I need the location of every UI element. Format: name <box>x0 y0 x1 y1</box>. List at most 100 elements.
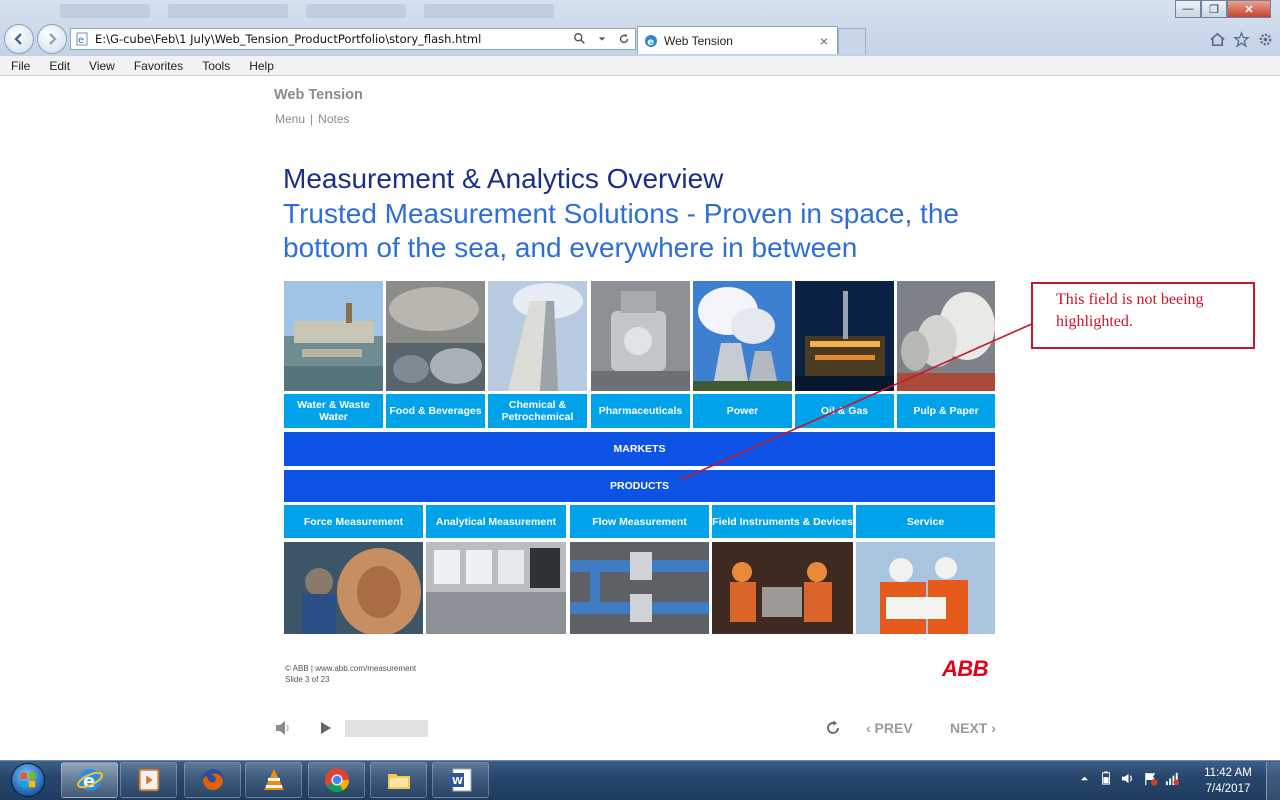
taskbar-internet-explorer[interactable]: e <box>61 762 118 798</box>
refresh-icon[interactable] <box>616 31 632 47</box>
system-tray <box>1076 770 1180 786</box>
firefox-icon <box>201 769 224 791</box>
market-tile-pulp-paper[interactable]: Pulp & Paper <box>897 394 995 428</box>
taskbar-firefox[interactable] <box>184 762 241 798</box>
volume-tray-icon[interactable] <box>1120 770 1136 786</box>
forward-button[interactable] <box>37 24 67 54</box>
field-workers-photo <box>712 542 853 634</box>
back-button[interactable] <box>4 24 34 54</box>
copper-roll-photo <box>284 542 423 634</box>
cooling-towers-photo <box>693 281 792 391</box>
link-separator: | <box>310 112 314 126</box>
page-icon: e <box>76 32 88 46</box>
menu-link[interactable]: Menu <box>275 112 305 126</box>
windows-logo-icon <box>11 763 45 797</box>
abb-logo: ABB <box>942 656 989 681</box>
maximize-button[interactable]: ❐ <box>1201 0 1227 18</box>
url-text[interactable]: E:\G-cube\Feb\1 July\Web_Tension_Product… <box>95 32 569 46</box>
clock-time: 11:42 AM <box>1204 767 1252 779</box>
markets-bar[interactable]: MARKETS <box>284 432 995 466</box>
background-tabs <box>60 4 620 24</box>
market-tile-pharma[interactable]: Pharmaceuticals <box>591 394 690 428</box>
menu-tools[interactable]: Tools <box>194 59 238 73</box>
analyzer-panels-photo <box>426 542 566 634</box>
volume-icon[interactable] <box>275 720 293 736</box>
product-tile-analytical[interactable]: Analytical Measurement <box>426 505 566 538</box>
slide-footer: © ABB | www.abb.com/measurement Slide 3 … <box>285 663 416 685</box>
home-icon[interactable] <box>1208 30 1226 48</box>
ie-tab-icon: e <box>645 34 657 48</box>
window-controls: — ❐ ✕ <box>1175 0 1271 19</box>
new-tab-button[interactable] <box>838 28 866 54</box>
taskbar-chrome[interactable] <box>308 762 365 798</box>
seek-bar[interactable] <box>345 720 428 737</box>
address-bar[interactable]: e E:\G-cube\Feb\1 July\Web_Tension_Produ… <box>70 28 636 50</box>
chimney-photo <box>488 281 587 391</box>
water-treatment-photo <box>284 281 383 391</box>
svg-text:e: e <box>78 35 84 46</box>
browser-toolbar-icons <box>1208 30 1274 48</box>
tab-title: Web Tension <box>664 33 733 48</box>
media-player-icon <box>138 768 159 792</box>
next-button[interactable]: NEXT › <box>950 720 996 736</box>
story-title: Web Tension <box>274 87 363 103</box>
flow-pipes-photo <box>570 542 709 634</box>
slide-heading: Measurement & Analytics Overview <box>283 163 724 194</box>
folder-icon <box>387 774 410 789</box>
menu-bar: File Edit View Favorites Tools Help <box>0 56 1280 76</box>
svg-text:e: e <box>647 37 654 48</box>
product-tile-flow[interactable]: Flow Measurement <box>570 505 709 538</box>
dropdown-icon[interactable] <box>594 31 610 47</box>
notes-link[interactable]: Notes <box>318 112 349 126</box>
offshore-platform-photo <box>795 281 894 391</box>
network-signal-icon[interactable] <box>1164 770 1180 786</box>
back-arrow-icon <box>14 33 22 45</box>
settings-gear-icon[interactable] <box>1256 30 1274 48</box>
taskbar-clock[interactable]: 11:42 AM 7/4/2017 <box>1195 765 1261 797</box>
menu-edit[interactable]: Edit <box>41 59 78 73</box>
favorites-star-icon[interactable] <box>1232 30 1250 48</box>
show-desktop-button[interactable] <box>1266 762 1280 800</box>
tab-close-icon[interactable]: × <box>817 33 831 49</box>
menu-view[interactable]: View <box>81 59 123 73</box>
products-bar[interactable]: PRODUCTS <box>284 470 995 502</box>
action-center-flag-icon[interactable] <box>1142 770 1158 786</box>
minimize-button[interactable]: — <box>1175 0 1201 18</box>
clock-date: 7/4/2017 <box>1205 783 1251 795</box>
play-icon[interactable] <box>318 719 334 737</box>
close-window-button[interactable]: ✕ <box>1227 0 1271 18</box>
market-tile-oil-gas[interactable]: Oil & Gas <box>795 394 894 428</box>
service-engineers-photo <box>856 542 995 634</box>
market-tile-chemical[interactable]: Chemical & Petrochemical <box>488 394 587 428</box>
prev-button[interactable]: ‹ PREV <box>866 720 913 736</box>
product-tile-field-instruments[interactable]: Field Instruments & Devices <box>712 505 853 538</box>
start-button[interactable] <box>4 762 52 798</box>
show-hidden-icons-arrow-icon[interactable] <box>1076 770 1092 786</box>
taskbar-vlc[interactable] <box>245 762 302 798</box>
product-tile-service[interactable]: Service <box>856 505 995 538</box>
taskbar-word[interactable]: W <box>432 762 489 798</box>
menu-help[interactable]: Help <box>241 59 282 73</box>
product-tile-force[interactable]: Force Measurement <box>284 505 423 538</box>
taskbar-media-player[interactable] <box>120 762 177 798</box>
search-icon[interactable] <box>572 31 588 47</box>
brewery-tanks-photo <box>386 281 485 391</box>
forward-arrow-icon <box>49 33 57 45</box>
market-tile-power[interactable]: Power <box>693 394 792 428</box>
menu-favorites[interactable]: Favorites <box>126 59 191 73</box>
paper-rolls-photo <box>897 281 995 391</box>
market-tile-food[interactable]: Food & Beverages <box>386 394 485 428</box>
battery-icon[interactable] <box>1098 770 1114 786</box>
taskbar-file-explorer[interactable] <box>370 762 427 798</box>
internet-explorer-icon: e <box>76 769 103 792</box>
word-icon: W <box>449 768 471 792</box>
pharma-equipment-photo <box>591 281 690 391</box>
browser-tab-web-tension[interactable]: e Web Tension × <box>637 26 838 54</box>
annotation-callout: This field is not beeing highlighted. <box>1031 282 1255 349</box>
menu-file[interactable]: File <box>3 59 38 73</box>
story-links: Menu | Notes <box>275 112 350 126</box>
slide-subheading: Trusted Measurement Solutions - Proven i… <box>283 198 959 263</box>
market-tile-water[interactable]: Water & Waste Water <box>284 394 383 428</box>
vlc-icon <box>263 769 284 790</box>
replay-icon[interactable] <box>824 719 842 737</box>
